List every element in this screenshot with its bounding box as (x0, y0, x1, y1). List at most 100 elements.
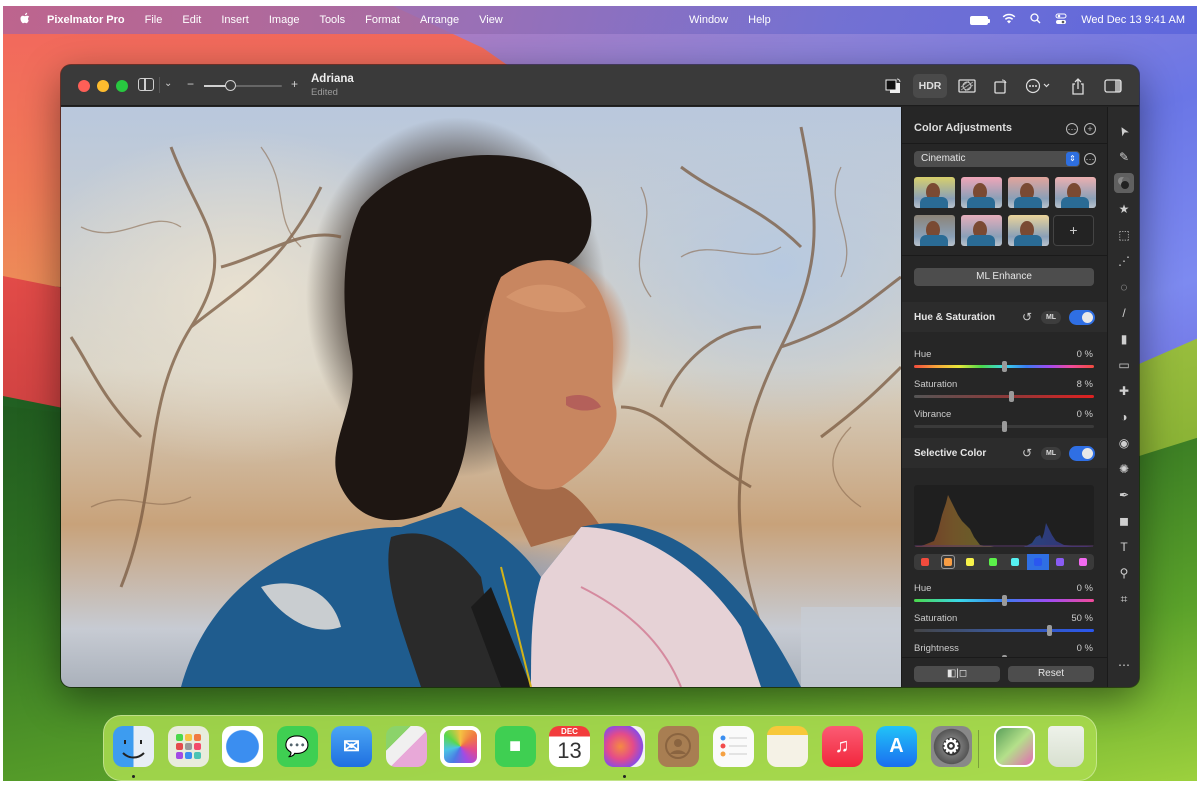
apple-menu-icon[interactable] (17, 12, 31, 28)
menu-edit[interactable]: Edit (172, 6, 211, 34)
menu-view[interactable]: View (469, 6, 513, 34)
dock-app-mail[interactable]: ✉ (331, 726, 372, 767)
fullscreen-button[interactable] (116, 80, 128, 92)
dock-downloads-stack[interactable] (994, 726, 1035, 767)
preset-thumbnail[interactable] (1008, 215, 1049, 246)
retouch-bandage-icon[interactable]: ✚ (1114, 381, 1134, 401)
slider-knob[interactable] (1002, 361, 1007, 372)
zoom-slider[interactable] (204, 80, 282, 91)
dock-app-notes[interactable] (767, 726, 808, 767)
dock-app-system-settings[interactable]: ⚙ (930, 726, 972, 767)
dock-app-messages[interactable]: 💬 (276, 726, 318, 767)
swatch-green[interactable] (988, 558, 997, 566)
arrange-pointer-icon[interactable]: ➤ (1110, 117, 1137, 144)
reset-icon[interactable]: ↺ (1022, 446, 1032, 460)
ml-enhance-button[interactable]: ML Enhance (914, 268, 1094, 286)
sidebar-toggle-icon[interactable] (138, 78, 154, 91)
zoom-out-button[interactable]: − (187, 77, 194, 91)
type-icon[interactable]: T (1114, 537, 1134, 557)
minimize-button[interactable] (97, 80, 109, 92)
shapes-icon[interactable]: ◼ (1114, 511, 1134, 531)
slider-knob[interactable] (1009, 391, 1015, 402)
dock-app-launchpad[interactable] (167, 726, 209, 767)
paint-brush-icon[interactable]: / (1114, 303, 1134, 323)
menu-image[interactable]: Image (259, 6, 310, 34)
saturation-slider[interactable] (914, 625, 1094, 636)
share-icon[interactable] (1068, 74, 1088, 98)
crop-icon[interactable]: ⌗ (1114, 589, 1134, 609)
preset-select[interactable]: Cinematic ⇕ (914, 151, 1080, 167)
color-swap-icon[interactable] (883, 74, 903, 98)
menu-format[interactable]: Format (355, 6, 410, 34)
app-menu[interactable]: Pixelmator Pro (31, 6, 135, 34)
dock-app-facetime[interactable]: ■ (494, 726, 536, 767)
slider-knob[interactable] (1002, 595, 1007, 606)
panel-more-icon[interactable]: ⋯ (1066, 123, 1078, 135)
mask-icon[interactable] (956, 74, 978, 98)
add-preset-button[interactable]: + (1053, 215, 1094, 246)
slider-knob[interactable] (1047, 625, 1052, 636)
swatch-cyan[interactable] (1011, 558, 1019, 566)
compare-button[interactable]: ◧|◻ (914, 666, 1000, 682)
selective-color-toggle[interactable] (1069, 446, 1095, 461)
rotate-icon[interactable] (991, 74, 1011, 98)
reset-icon[interactable]: ↺ (1022, 310, 1032, 324)
eraser-icon[interactable]: ▭ (1114, 355, 1134, 375)
menu-file[interactable]: File (135, 6, 173, 34)
slider-knob[interactable] (1002, 421, 1007, 432)
warp-icon[interactable]: ◑ (1114, 407, 1134, 427)
search-icon[interactable] (1030, 13, 1041, 27)
lasso-select-icon[interactable]: ⋰ (1114, 251, 1134, 271)
swatch-purple[interactable] (1056, 558, 1064, 566)
rect-select-icon[interactable]: ⬚ (1114, 225, 1134, 245)
preset-thumbnail[interactable] (961, 177, 1002, 208)
menu-window[interactable]: Window (679, 6, 738, 34)
more-icon[interactable] (1023, 74, 1055, 98)
reset-button[interactable]: Reset (1008, 666, 1094, 682)
add-adjustment-icon[interactable]: + (1084, 123, 1096, 135)
clock[interactable]: Wed Dec 13 9:41 AM (1081, 14, 1185, 26)
sharpen-blur-icon[interactable]: ◉ (1114, 433, 1134, 453)
effects-star-icon[interactable]: ★ (1114, 199, 1134, 219)
dock-app-pixelmator-pro[interactable] (603, 726, 645, 767)
battery-icon[interactable] (970, 15, 991, 25)
dock-app-finder[interactable] (113, 726, 154, 767)
preset-thumbnail[interactable] (1008, 177, 1049, 208)
hdr-button[interactable]: HDR (913, 74, 947, 98)
paint-bucket-icon[interactable]: ▮ (1114, 329, 1134, 349)
sidebar-right-icon[interactable] (1103, 74, 1123, 98)
magic-select-icon[interactable]: ◌ (1114, 277, 1134, 297)
lighten-darken-icon[interactable]: ✺ (1114, 459, 1134, 479)
color-adjust-icon[interactable] (1114, 173, 1134, 193)
swatch-magenta[interactable] (1078, 558, 1087, 566)
wifi-icon[interactable] (1002, 13, 1016, 27)
dock-trash[interactable] (1048, 726, 1084, 767)
dock-app-photos[interactable] (440, 726, 481, 767)
menu-arrange[interactable]: Arrange (410, 6, 469, 34)
control-center-icon[interactable] (1055, 13, 1067, 28)
preset-thumbnail[interactable] (914, 215, 955, 246)
preset-more-icon[interactable]: ⋯ (1084, 153, 1096, 165)
style-brush-icon[interactable]: ✎ (1114, 147, 1134, 167)
swatch-red[interactable] (921, 558, 929, 566)
saturation-slider[interactable] (914, 391, 1094, 402)
document-title[interactable]: Adriana (311, 73, 354, 85)
ml-button[interactable]: ML (1041, 311, 1061, 324)
close-button[interactable] (78, 80, 90, 92)
dock-app-maps[interactable] (385, 726, 427, 767)
menu-tools[interactable]: Tools (309, 6, 355, 34)
preset-thumbnail[interactable] (914, 177, 955, 208)
hue-slider[interactable] (914, 595, 1094, 606)
hue-slider[interactable] (914, 361, 1094, 372)
menu-help[interactable]: Help (738, 6, 781, 34)
dock-app-safari[interactable] (222, 726, 263, 767)
image-canvas[interactable] (61, 107, 901, 687)
zoom-slider-knob[interactable] (224, 80, 236, 91)
dock-app-calendar[interactable]: DEC 13 (549, 726, 590, 767)
dock-app-app-store[interactable]: A (876, 726, 917, 767)
more-tools-icon[interactable]: ⋯ (1114, 655, 1134, 675)
swatch-orange[interactable] (943, 558, 952, 566)
preset-thumbnail[interactable] (961, 215, 1002, 246)
swatch-blue[interactable] (1033, 558, 1042, 566)
pen-icon[interactable]: ✒ (1114, 485, 1134, 505)
